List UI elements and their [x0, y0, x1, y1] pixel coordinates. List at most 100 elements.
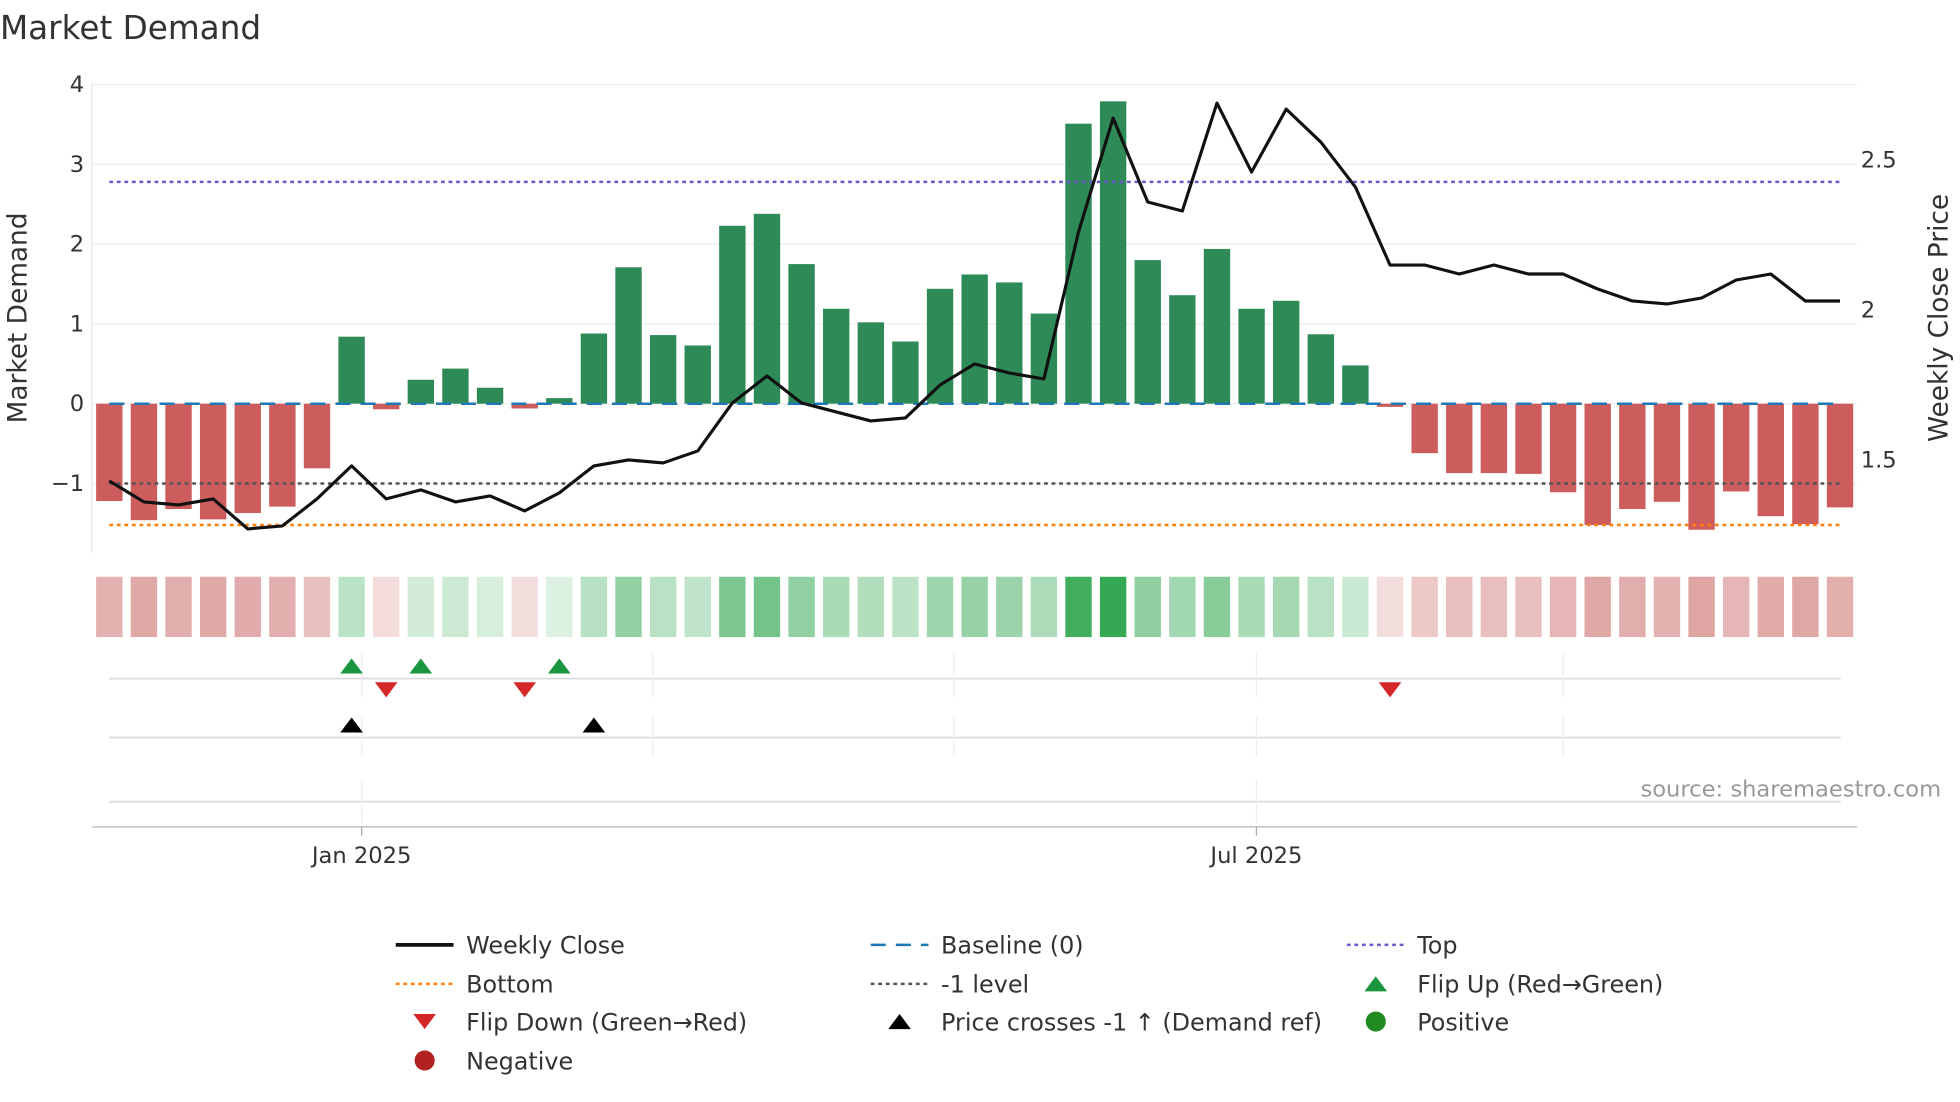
heat-cell — [1134, 576, 1161, 638]
heat-cell — [719, 576, 746, 638]
heat-cell — [1272, 576, 1300, 638]
demand-bar — [1688, 403, 1715, 530]
heat-cell — [1099, 576, 1127, 638]
heat-cell — [476, 576, 504, 638]
demand-bar — [580, 333, 608, 404]
demand-bar — [961, 274, 988, 404]
demand-bar — [1826, 403, 1854, 508]
heat-cell — [996, 576, 1023, 638]
heat-cell — [199, 576, 227, 638]
flip-up-marker — [340, 658, 363, 674]
demand-bar — [719, 225, 746, 404]
heat-cell — [511, 576, 538, 638]
heat-cell — [1515, 576, 1542, 638]
legend-swatch — [413, 1013, 436, 1030]
heat-cell — [1376, 576, 1404, 638]
heat-cell — [338, 576, 365, 638]
heat-cell — [130, 576, 158, 638]
heat-cell — [442, 576, 469, 638]
legend-swatch — [414, 1050, 435, 1071]
legend-item-tri-down-red: Flip Down (Green→Red) — [413, 1008, 747, 1036]
market-demand-chart: Market Demand 4 3 2 1 0 −1 2.5 2 1.5 Jan 2025 Jul … — [0, 9, 1954, 1075]
heat-cell — [1446, 576, 1473, 638]
legend: Weekly Close Baseline (0) Top Bottom -1 leve… — [395, 932, 1663, 1075]
demand-bar — [1757, 403, 1784, 517]
heat-cell — [649, 576, 677, 638]
demand-bar — [1307, 334, 1334, 404]
heat-cell — [580, 576, 608, 638]
legend-item-dot-green: Positive — [1365, 1008, 1509, 1036]
heat-cell — [961, 576, 988, 638]
demand-bar — [823, 308, 850, 404]
heat-cell — [1826, 576, 1854, 638]
heat-cell — [892, 576, 919, 638]
heat-cell — [1549, 576, 1577, 638]
demand-bars — [96, 101, 1854, 530]
legend-swatch — [1365, 1011, 1386, 1032]
demand-bar — [996, 282, 1023, 404]
legend-item-dot-red: Negative — [414, 1047, 573, 1075]
y2-axis-title: Weekly Close Price — [1924, 194, 1954, 442]
heat-cell — [1342, 576, 1369, 638]
heat-cell — [1065, 576, 1092, 638]
flip-down-marker — [513, 682, 536, 698]
demand-bar — [1169, 295, 1196, 404]
price-cross-marker — [582, 717, 606, 733]
heat-cell — [1203, 576, 1231, 638]
demand-bar — [1653, 403, 1681, 502]
legend-label: Negative — [466, 1047, 573, 1075]
heat-cell — [1792, 576, 1819, 638]
demand-bar — [1203, 248, 1231, 404]
demand-bar — [857, 322, 885, 404]
legend-label: Bottom — [466, 971, 554, 999]
heat-cell — [857, 576, 885, 638]
heat-cell — [407, 576, 435, 638]
demand-bar — [615, 267, 642, 404]
demand-bar — [1792, 403, 1819, 525]
y-tick-label: −1 — [51, 471, 84, 497]
legend-label: Top — [1416, 932, 1457, 960]
heat-cell — [1307, 576, 1334, 638]
heat-cell — [1169, 576, 1196, 638]
legend-label: Baseline (0) — [941, 932, 1084, 960]
heat-cell — [684, 576, 711, 638]
demand-bar — [476, 387, 504, 404]
flip-up-marker — [409, 658, 433, 674]
flip-up-marker — [547, 658, 571, 674]
demand-bar — [1272, 300, 1300, 404]
heat-cell — [303, 576, 331, 638]
price-cross-marker — [340, 717, 363, 733]
legend-item-dot-top: Top — [1346, 932, 1457, 960]
heat-cell — [615, 576, 642, 638]
legend-swatch — [888, 1013, 911, 1030]
legend-item-dot-minus: -1 level — [870, 971, 1029, 999]
heat-cell — [234, 576, 261, 638]
y-tick-label: 4 — [70, 72, 84, 98]
demand-bar — [1342, 365, 1369, 404]
legend-label: Weekly Close — [466, 932, 625, 960]
heat-cell — [1653, 576, 1681, 638]
demand-bar — [1065, 123, 1092, 404]
heat-cell — [1688, 576, 1715, 638]
demand-bar — [1411, 403, 1438, 454]
legend-item-dot-bottom: Bottom — [395, 971, 554, 999]
heat-cell — [753, 576, 781, 638]
demand-bar — [165, 403, 192, 510]
heat-cell — [1480, 576, 1508, 638]
heat-cell — [1757, 576, 1784, 638]
heat-cell — [788, 576, 815, 638]
demand-bar — [1446, 403, 1473, 474]
demand-bar — [1619, 403, 1646, 510]
heat-cell — [1238, 576, 1265, 638]
demand-bar — [1515, 403, 1542, 474]
legend-item-dash: Baseline (0) — [870, 932, 1084, 960]
heat-cell — [96, 576, 123, 638]
legend-label: Flip Up (Red→Green) — [1417, 971, 1663, 999]
x-tick-label: Jan 2025 — [310, 843, 412, 869]
legend-item-line: Weekly Close — [395, 932, 625, 960]
demand-bar — [1030, 313, 1058, 404]
heat-cell — [1411, 576, 1438, 638]
y-tick-label: 2 — [70, 232, 84, 258]
legend-item-tri-up-black: Price crosses -1 ↑ (Demand ref) — [888, 1008, 1322, 1036]
heat-cell — [373, 576, 400, 638]
